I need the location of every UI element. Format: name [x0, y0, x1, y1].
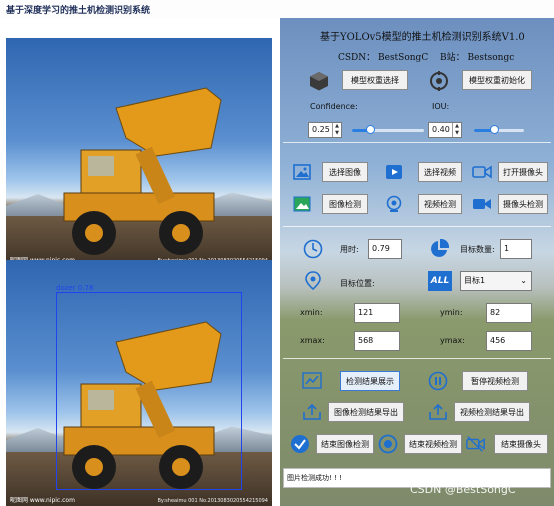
divider — [283, 226, 551, 227]
clock-icon — [302, 238, 324, 260]
video-play-icon — [384, 162, 404, 182]
csdn-watermark: CSDN @BestSongC — [410, 483, 516, 496]
iou-label: IOU: — [432, 102, 450, 111]
open-camera-button[interactable]: 打开摄像头 — [498, 162, 548, 182]
bilibili-label: B站： Bestsongc — [440, 53, 515, 63]
confidence-spinbox[interactable]: 0.25 ▲ ▼ — [308, 122, 342, 138]
check-circle-icon — [290, 434, 310, 454]
position-label: 目标位置: — [340, 279, 375, 288]
count-label: 目标数量: — [460, 245, 495, 254]
app-title: 基于YOLOv5模型的推土机检测识别系统V1.0 — [320, 32, 525, 43]
target-icon — [428, 70, 450, 92]
detect-video-button[interactable]: 视频检测 — [418, 194, 462, 214]
xmin-label: xmin: — [300, 308, 323, 317]
image-display-panel: 昵图网 www.nipic.com By:sheaimu 001 No.2013… — [0, 18, 280, 506]
camera-off-icon — [466, 434, 486, 454]
detect-image-button[interactable]: 图像检测 — [322, 194, 368, 214]
time-field[interactable]: 0.79 — [368, 239, 402, 259]
divider — [283, 142, 551, 143]
location-pin-icon — [302, 270, 324, 292]
iou-slider[interactable] — [474, 125, 524, 134]
webcam-icon — [384, 194, 404, 214]
model-weight-init-button[interactable]: 模型权重初始化 — [462, 70, 532, 90]
chevron-down-icon: ⌄ — [520, 276, 527, 285]
ymax-field[interactable]: 456 — [486, 331, 532, 351]
export-icon — [428, 402, 448, 422]
spin-arrows-icon[interactable]: ▲ ▼ — [452, 123, 461, 137]
target-select-value: 目标1 — [464, 276, 486, 285]
end-video-detect-button[interactable]: 结束视频检测 — [404, 434, 462, 454]
time-label: 用时: — [340, 245, 359, 254]
pause-video-button[interactable]: 暂停视频检测 — [462, 371, 528, 391]
image-watermark: 昵图网 www.nipic.com — [10, 497, 75, 504]
loader-illustration — [63, 87, 222, 255]
count-field[interactable]: 1 — [500, 239, 532, 259]
title-bar: 基于深度学习的推土机检测识别系统 — [0, 0, 554, 19]
export-image-results-button[interactable]: 图像检测结果导出 — [328, 402, 404, 422]
slider-handle[interactable] — [490, 125, 499, 134]
ymax-label: ymax: — [440, 336, 465, 345]
ymin-field[interactable]: 82 — [486, 303, 532, 323]
ymin-label: ymin: — [440, 308, 463, 317]
export-video-results-button[interactable]: 视频检测结果导出 — [454, 402, 530, 422]
show-results-button[interactable]: 检测结果展示 — [340, 371, 400, 391]
window-title: 基于深度学习的推土机检测识别系统 — [6, 6, 151, 16]
all-icon: ALL — [428, 271, 452, 291]
line-chart-icon — [302, 371, 322, 391]
xmin-field[interactable]: 121 — [354, 303, 400, 323]
slider-handle[interactable] — [366, 125, 375, 134]
detection-bounding-box — [56, 292, 242, 490]
xmax-field[interactable]: 568 — [354, 331, 400, 351]
spin-arrows-icon[interactable]: ▲ ▼ — [332, 123, 341, 137]
model-weight-select-button[interactable]: 模型权重选择 — [342, 70, 408, 90]
select-image-button[interactable]: 选择图像 — [322, 162, 368, 182]
export-icon — [302, 402, 322, 422]
end-image-detect-button[interactable]: 结束图像检测 — [316, 434, 374, 454]
pause-icon — [428, 371, 448, 391]
control-panel: 基于YOLOv5模型的推土机检测识别系统V1.0 CSDN： BestSongC… — [280, 18, 554, 506]
divider — [283, 358, 551, 359]
iou-value: 0.40 — [432, 125, 450, 134]
end-camera-button[interactable]: 结束摄像头 — [494, 434, 548, 454]
image-icon — [292, 162, 312, 182]
image-watermark-small: By:sheaimu 001 No.2013083020554215094 — [157, 498, 268, 504]
image-detect-icon — [292, 194, 312, 214]
camera-icon — [472, 162, 492, 182]
target-select-dropdown[interactable]: 目标1 ⌄ — [460, 271, 532, 291]
cube-icon — [308, 70, 330, 92]
csdn-label: CSDN： BestSongC — [338, 53, 429, 63]
detection-label: dozer 0.78 — [56, 284, 94, 292]
confidence-label: Confidence: — [310, 102, 358, 111]
detect-camera-button[interactable]: 摄像头检测 — [498, 194, 548, 214]
detection-result-image: dozer 0.78 昵图网 www.nipic.com By:sheaimu … — [6, 260, 272, 506]
select-video-button[interactable]: 选择视频 — [418, 162, 462, 182]
video-camera-icon — [472, 194, 492, 214]
iou-spinbox[interactable]: 0.40 ▲ ▼ — [428, 122, 462, 138]
original-image: 昵图网 www.nipic.com By:sheaimu 001 No.2013… — [6, 38, 272, 266]
confidence-slider[interactable] — [352, 125, 424, 134]
confidence-value: 0.25 — [312, 125, 330, 134]
pie-chart-icon — [428, 238, 450, 260]
stop-icon — [378, 434, 398, 454]
xmax-label: xmax: — [300, 336, 325, 345]
